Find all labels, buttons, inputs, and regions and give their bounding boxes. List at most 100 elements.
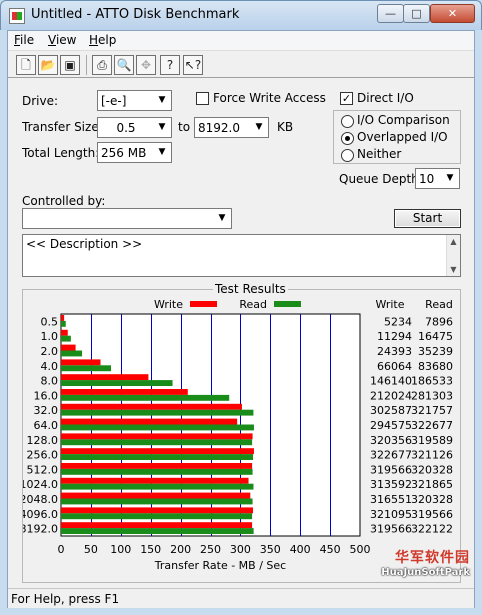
chevron-down-icon[interactable]: ▼ [442,170,458,187]
neither-label: Neither [357,147,402,161]
x-tick-label: 500 [350,543,371,556]
write-bar [61,374,149,381]
drive-label: Drive: [22,94,59,108]
save-icon[interactable]: ▣ [60,55,80,75]
total-length-label: Total Length: [22,146,100,160]
benchmark-panel: Drive: [-e-] ▼ Force Write Access ✓ Dire… [8,79,474,587]
neither-radio[interactable] [341,149,354,162]
context-help-icon[interactable]: ↖? [183,55,203,75]
legend-read-label: Read [239,298,267,311]
write-bar [61,403,242,410]
read-value: 186533 [411,375,453,388]
read-bar [61,320,66,327]
write-value: 319566 [370,463,412,476]
new-icon[interactable]: 🗋 [16,55,36,75]
read-value: 7896 [425,315,453,328]
read-value: 16475 [418,330,453,343]
read-column-header: Read [425,298,453,311]
read-bar [61,350,83,357]
drive-select[interactable]: [-e-] ▼ [97,90,172,111]
force-write-checkbox[interactable] [196,92,209,105]
menu-file[interactable]: File [14,33,34,47]
write-value: 5234 [384,315,412,328]
read-value: 320328 [411,493,453,506]
read-value: 320328 [411,463,453,476]
read-bar [61,439,253,446]
move-icon[interactable]: ✥ [136,55,156,75]
description-box[interactable]: << Description >> ▲ ▼ [22,234,461,277]
write-bar [61,448,254,455]
x-tick-label: 300 [230,543,251,556]
x-tick-label: 400 [290,543,311,556]
print-preview-icon[interactable]: 🔍 [114,55,134,75]
queue-depth-select[interactable]: 10 ▼ [415,168,460,189]
menu-bar: File View Help [8,31,474,51]
x-tick-label: 100 [110,543,131,556]
direct-io-label: Direct I/O [357,91,414,105]
force-write-label: Force Write Access [213,91,326,105]
category-label: 8.0 [41,375,59,388]
direct-io-checkbox[interactable]: ✓ [340,92,353,105]
read-bar [61,468,253,475]
x-tick-label: 0 [58,543,65,556]
category-label: 0.5 [41,315,59,328]
x-tick-label: 350 [260,543,281,556]
total-length-select[interactable]: 256 MB ▼ [97,142,172,163]
scroll-down-icon[interactable]: ▼ [447,263,460,276]
description-text: << Description >> [26,237,143,251]
x-axis-label: Transfer Rate - MB / Sec [154,559,286,572]
read-value: 322122 [411,523,453,536]
chevron-down-icon[interactable]: ▼ [154,119,170,136]
menu-view[interactable]: View [48,33,76,47]
print-icon[interactable]: ⎙ [92,55,112,75]
read-bar [61,483,254,490]
read-value: 321126 [411,449,453,462]
kb-label: KB [277,120,294,134]
io-comparison-radio[interactable] [341,115,354,128]
read-bar [61,394,230,401]
write-bar [61,359,101,366]
chevron-down-icon[interactable]: ▼ [214,210,230,227]
read-value: 322677 [411,419,453,432]
read-value: 35239 [418,345,453,358]
help-icon[interactable]: ? [160,55,180,75]
write-bar [61,522,253,529]
write-value: 24393 [377,345,412,358]
read-bar [61,365,112,372]
chevron-down-icon[interactable]: ▼ [251,119,267,136]
minimize-button[interactable]: — [377,4,404,23]
category-label: 512.0 [27,463,59,476]
scroll-up-icon[interactable]: ▲ [447,235,460,248]
write-bar [61,418,238,425]
transfer-size-to-select[interactable]: 8192.0 ▼ [194,117,269,138]
category-label: 2048.0 [23,493,58,506]
transfer-size-from-select[interactable]: 0.5 ▼ [97,117,172,138]
category-label: 4096.0 [23,508,58,521]
category-label: 4.0 [41,360,59,373]
write-bar [61,329,68,336]
write-value: 320356 [370,434,412,447]
overlapped-io-radio[interactable] [341,132,354,145]
read-bar [61,498,253,505]
maximize-button[interactable]: □ [403,4,430,23]
write-value: 316551 [370,493,412,506]
menu-help[interactable]: Help [89,33,116,47]
read-bar [61,380,173,386]
category-label: 2.0 [41,345,59,358]
start-button[interactable]: Start [394,209,461,228]
chevron-down-icon[interactable]: ▼ [154,144,170,161]
read-bar [61,409,254,416]
chevron-down-icon[interactable]: ▼ [154,92,170,109]
controlled-by-select[interactable]: ▼ [22,208,232,229]
open-icon[interactable]: 📂 [38,55,58,75]
app-icon [9,8,25,24]
read-bar [61,424,254,431]
transfer-size-label: Transfer Size: [22,120,103,134]
read-value: 319589 [411,434,453,447]
close-button[interactable]: ✕ [430,4,475,23]
to-label: to [178,120,191,134]
category-label: 128.0 [27,434,59,447]
write-bar [61,389,188,395]
description-scrollbar[interactable]: ▲ ▼ [446,235,460,276]
io-comparison-label: I/O Comparison [357,113,450,127]
